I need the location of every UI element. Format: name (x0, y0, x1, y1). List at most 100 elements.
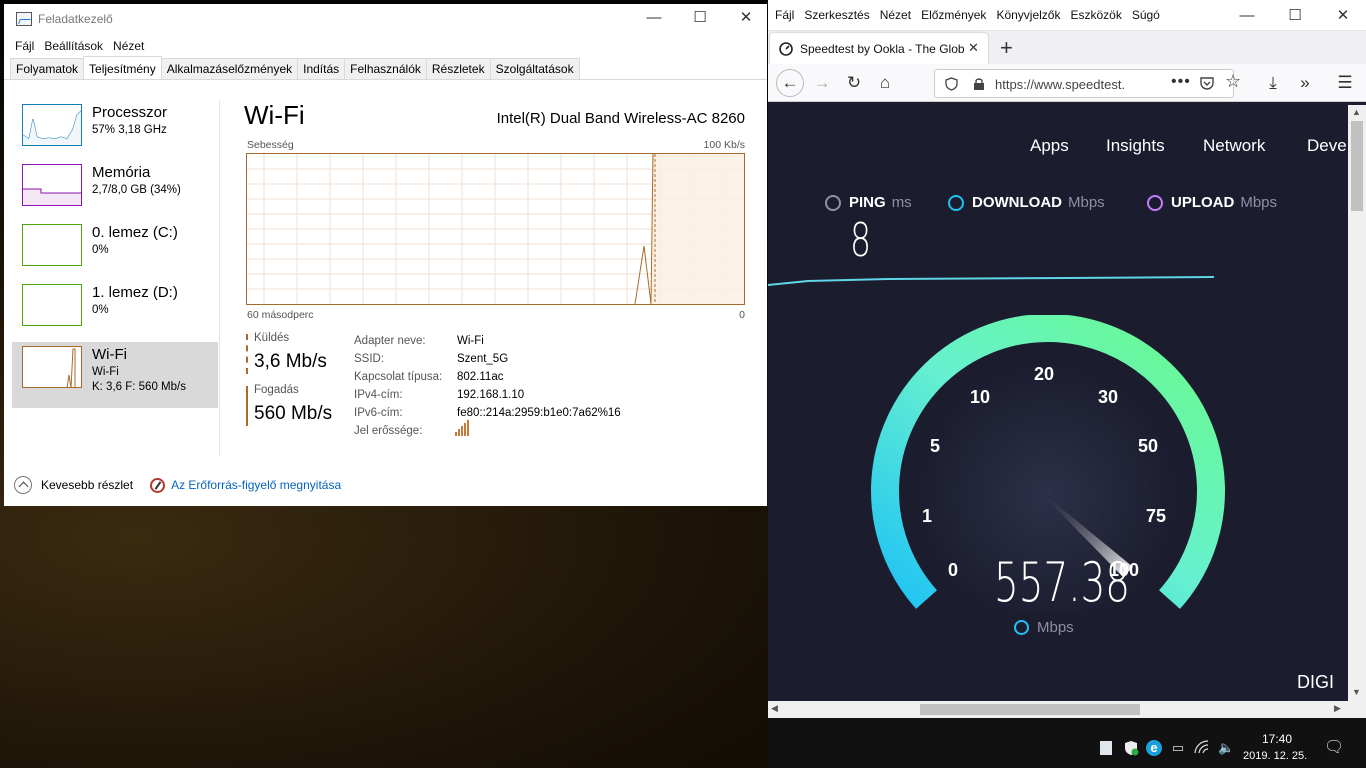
maximize-button[interactable]: ☐ (677, 4, 723, 34)
gauge-tick-10: 10 (970, 387, 991, 407)
receive-value: 560 Mb/s (254, 403, 333, 424)
tray-app-icon[interactable] (1100, 741, 1112, 755)
vertical-scrollbar[interactable]: ▲ ▼ (1348, 105, 1366, 701)
ff-menu-help[interactable]: Súgó (1127, 8, 1165, 22)
detail-label-connection-type: Kapcsolat típusa: (354, 371, 443, 383)
download-metric: DOWNLOAD Mbps (948, 194, 1105, 211)
task-manager-icon (16, 12, 32, 26)
nav-developers[interactable]: Deve (1307, 136, 1347, 156)
notification-center-icon[interactable]: 🗨 (1324, 740, 1344, 756)
home-icon[interactable]: ⌂ (872, 70, 898, 96)
tab-startup[interactable]: Indítás (297, 58, 346, 79)
clock-time[interactable]: 17:40 (1262, 732, 1292, 746)
download-label: DOWNLOAD (972, 194, 1062, 211)
task-manager-window: Feladatkezelő — ☐ ✕ Fájl Beállítások Néz… (4, 4, 767, 506)
cpu-thumbnail-graph (22, 104, 82, 146)
chevron-up-icon[interactable] (14, 476, 32, 494)
nav-apps[interactable]: Apps (1030, 136, 1069, 156)
ping-label: PING (849, 194, 886, 211)
menu-settings[interactable]: Beállítások (39, 39, 108, 53)
ff-menu-edit[interactable]: Szerkesztés (799, 8, 874, 22)
sidebar-cpu-name: Processzor (92, 104, 168, 121)
gauge-tick-0: 0 (948, 560, 959, 580)
ff-tab-close-icon[interactable]: ✕ (968, 40, 979, 56)
resource-monitor-icon (150, 477, 166, 493)
sidebar-memory-usage: 2,7/8,0 GB (34%) (92, 184, 181, 196)
url-bar[interactable]: https://www.speedtest. ••• ☆ (934, 69, 1241, 98)
horizontal-scrollbar[interactable]: ◀ ▶ (768, 701, 1348, 718)
download-icon (948, 194, 964, 211)
window-title: Feladatkezelő (38, 12, 113, 26)
scroll-left-icon[interactable]: ◀ (771, 703, 778, 714)
skype-icon[interactable]: e (1146, 740, 1162, 756)
scroll-down-icon[interactable]: ▼ (1352, 687, 1361, 697)
ff-menu-file[interactable]: Fájl (770, 8, 799, 22)
minimize-button[interactable]: — (631, 4, 677, 34)
detail-label-adapter-name: Adapter neve: (354, 335, 426, 347)
ff-menu-history[interactable]: Előzmények (916, 8, 991, 22)
wifi-icon[interactable] (1194, 740, 1210, 756)
tab-app-history[interactable]: Alkalmazáselőzmények (160, 58, 299, 79)
tab-users[interactable]: Felhasználók (344, 58, 427, 79)
sidebar-wifi-info: Wi-Fi K: 3,6 F: 560 Mb/s (92, 365, 186, 395)
speedtest-favicon-icon (779, 42, 793, 56)
back-arrow-icon[interactable]: ← (776, 69, 804, 97)
disk-d-thumbnail-graph (22, 284, 82, 326)
vertical-scroll-thumb[interactable] (1351, 121, 1363, 211)
ff-tab-speedtest[interactable]: Speedtest by Ookla - The Global ✕ (770, 33, 988, 65)
downloads-icon[interactable]: ⤓ (1260, 70, 1286, 96)
forward-arrow-icon[interactable]: → (809, 70, 835, 96)
gauge-tick-50: 50 (1138, 436, 1159, 456)
gauge-unit-label: Mbps (1037, 619, 1074, 636)
fewer-details-link[interactable]: Kevesebb részlet (41, 478, 133, 492)
ff-menu-bookmarks[interactable]: Könyvjelzők (991, 8, 1065, 22)
reload-icon[interactable]: ↻ (841, 70, 867, 96)
clock-date[interactable]: 2019. 12. 25. (1243, 750, 1307, 762)
sidebar-item-disk-d[interactable]: 1. lemez (D:) 0% (12, 280, 218, 340)
nav-network[interactable]: Network (1203, 136, 1265, 156)
page-actions-icon[interactable]: ••• (1171, 73, 1191, 91)
speedtest-page: Apps Insights Network Deve PING ms DOWNL… (768, 105, 1348, 701)
hamburger-menu-icon[interactable]: ☰ (1332, 70, 1358, 96)
title-bar[interactable]: Feladatkezelő — ☐ ✕ (4, 4, 767, 34)
lock-icon[interactable] (973, 77, 985, 91)
ff-maximize-button[interactable]: ☐ (1272, 2, 1318, 32)
send-value: 3,6 Mb/s (254, 351, 327, 372)
menu-file[interactable]: Fájl (10, 39, 39, 53)
sidebar-divider (219, 100, 220, 456)
tab-details[interactable]: Részletek (425, 58, 491, 79)
throughput-graph-svg (247, 153, 744, 305)
adapter-model: Intel(R) Dual Band Wireless-AC 8260 (496, 110, 745, 127)
shield-icon[interactable] (945, 77, 958, 91)
sidebar-item-cpu[interactable]: Processzor 57% 3,18 GHz (12, 100, 218, 160)
scroll-right-icon[interactable]: ▶ (1334, 703, 1341, 714)
overflow-menu-icon[interactable]: » (1292, 70, 1318, 96)
sidebar-item-disk-c[interactable]: 0. lemez (C:) 0% (12, 220, 218, 280)
scroll-up-icon[interactable]: ▲ (1352, 107, 1361, 117)
tab-services[interactable]: Szolgáltatások (489, 58, 580, 79)
bookmark-star-icon[interactable]: ☆ (1225, 71, 1241, 92)
ff-menu-view[interactable]: Nézet (875, 8, 916, 22)
open-resource-monitor-link[interactable]: Az Erőforrás-figyelő megnyitása (171, 478, 341, 492)
sidebar-item-memory[interactable]: Memória 2,7/8,0 GB (34%) (12, 160, 218, 220)
tab-performance[interactable]: Teljesítmény (83, 56, 162, 78)
tab-processes[interactable]: Folyamatok (10, 58, 85, 79)
close-button[interactable]: ✕ (723, 4, 769, 34)
sidebar-cpu-usage: 57% 3,18 GHz (92, 124, 167, 136)
detail-value-ipv4: 192.168.1.10 (457, 389, 525, 401)
battery-icon[interactable]: ▭ (1170, 740, 1186, 756)
defender-shield-icon[interactable] (1123, 740, 1139, 756)
nav-insights[interactable]: Insights (1106, 136, 1165, 156)
sidebar-item-wifi[interactable]: Wi-Fi Wi-Fi K: 3,6 F: 560 Mb/s (12, 342, 218, 408)
horizontal-scroll-thumb[interactable] (920, 704, 1140, 715)
menu-view[interactable]: Nézet (108, 39, 149, 53)
pocket-icon[interactable] (1200, 76, 1214, 91)
ff-minimize-button[interactable]: — (1224, 2, 1270, 32)
ping-metric: PING ms (825, 194, 912, 211)
volume-icon[interactable]: 🔈 (1218, 740, 1234, 756)
firefox-menu-bar[interactable]: Fájl Szerkesztés Nézet Előzmények Könyvj… (768, 0, 1366, 30)
ff-menu-tools[interactable]: Eszközök (1065, 8, 1126, 22)
detail-label-ssid: SSID: (354, 353, 385, 365)
new-tab-icon[interactable]: + (1000, 35, 1013, 61)
ff-close-button[interactable]: ✕ (1320, 2, 1366, 32)
